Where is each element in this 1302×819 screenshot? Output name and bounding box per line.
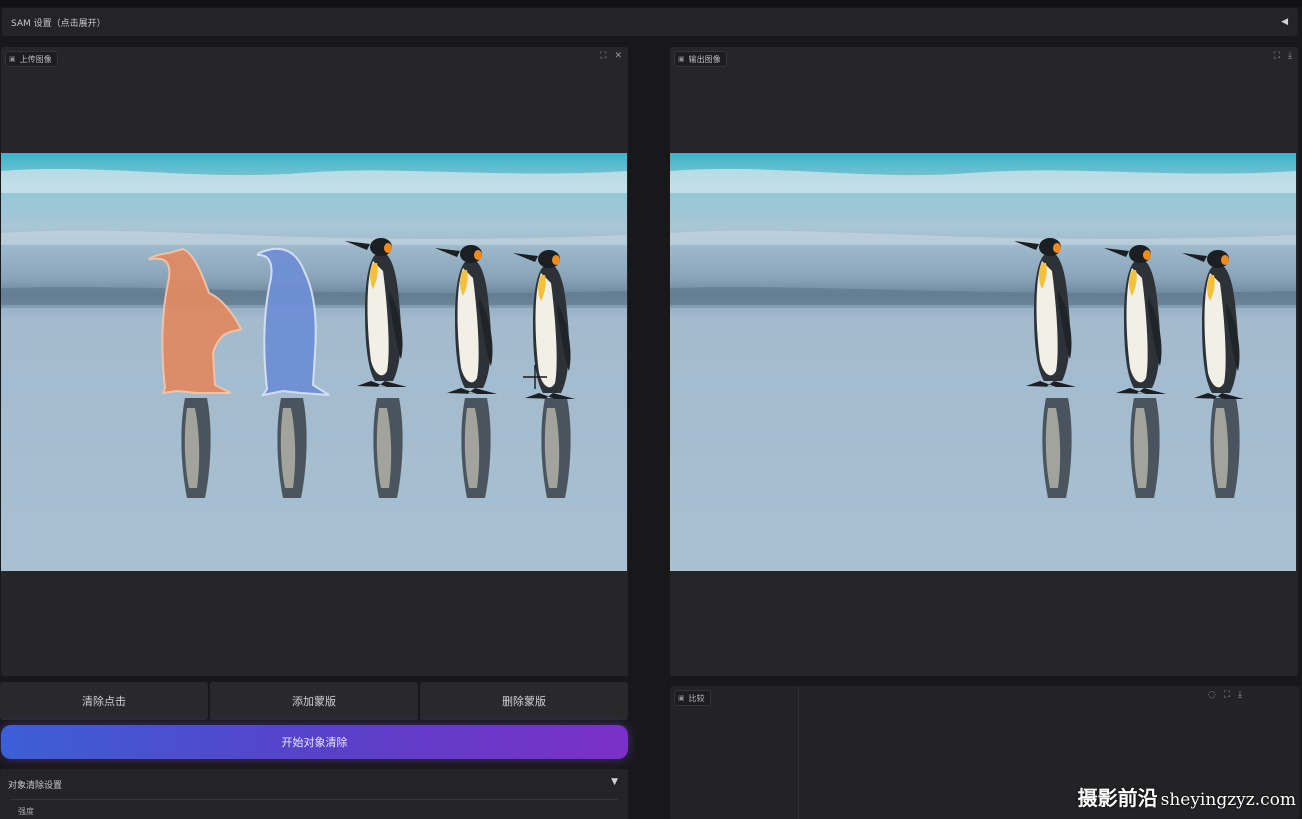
image-icon: ▣ — [9, 55, 16, 63]
input-panel-tools: ⛶ ✕ — [600, 51, 622, 61]
fullscreen-icon[interactable]: ⛶ — [600, 51, 606, 61]
strength-field-label: 强度 — [18, 807, 34, 816]
start-object-removal-button[interactable]: 开始对象清除 — [1, 725, 628, 759]
compare-panel-tools: ◌ ⛶ ⤓ — [1208, 690, 1242, 700]
fullscreen-icon[interactable]: ⛶ — [1224, 690, 1230, 700]
output-panel-tools: ⛶ ⤓ — [1274, 51, 1292, 61]
output-image-label-text: 输出图像 — [688, 54, 721, 64]
expand-caret-icon[interactable]: ▼ — [611, 777, 618, 787]
settings-divider — [10, 799, 618, 800]
input-image-label: ▣ 上传图像 — [5, 51, 58, 67]
delete-mask-button[interactable]: 删除蒙版 — [420, 682, 628, 720]
output-image-panel[interactable]: ▣ 输出图像 ⛶ ⤓ — [670, 47, 1298, 676]
reset-icon[interactable]: ◌ — [1208, 690, 1216, 700]
input-photo-canvas[interactable] — [1, 153, 627, 571]
watermark: 摄影前沿 sheyingzyz.com — [1078, 782, 1296, 811]
collapse-caret-icon[interactable]: ◀ — [1281, 17, 1288, 27]
window-top-strip — [0, 0, 1302, 7]
clear-clicks-button[interactable]: 清除点击 — [0, 682, 208, 720]
compare-label: ▣ 比较 — [674, 690, 711, 706]
fullscreen-icon[interactable]: ⛶ — [1274, 51, 1280, 61]
output-image-label: ▣ 输出图像 — [674, 51, 727, 67]
download-icon[interactable]: ⤓ — [1238, 690, 1242, 700]
watermark-en: sheyingzyz.com — [1160, 790, 1296, 810]
compare-split-divider[interactable] — [798, 686, 799, 819]
close-icon[interactable]: ✕ — [614, 51, 622, 61]
input-image-label-text: 上传图像 — [19, 54, 52, 64]
removal-settings-label: 对象清除设置 — [8, 781, 63, 791]
download-icon[interactable]: ⤓ — [1288, 51, 1292, 61]
image-icon: ▣ — [678, 694, 685, 702]
image-icon: ▣ — [678, 55, 685, 63]
sam-settings-label: SAM 设置（点击展开） — [11, 18, 106, 29]
output-photo-canvas — [670, 153, 1296, 571]
removal-settings-accordion[interactable]: 对象清除设置 ▼ 强度 — [0, 769, 628, 819]
add-mask-button[interactable]: 添加蒙版 — [210, 682, 418, 720]
input-image-panel[interactable]: ▣ 上传图像 ⛶ ✕ — [1, 47, 628, 676]
compare-label-text: 比较 — [688, 693, 705, 703]
mask-action-buttons: 清除点击 添加蒙版 删除蒙版 — [0, 682, 628, 720]
sam-settings-accordion[interactable]: SAM 设置（点击展开） ◀ — [2, 8, 1298, 36]
watermark-cn: 摄影前沿 — [1077, 786, 1158, 810]
